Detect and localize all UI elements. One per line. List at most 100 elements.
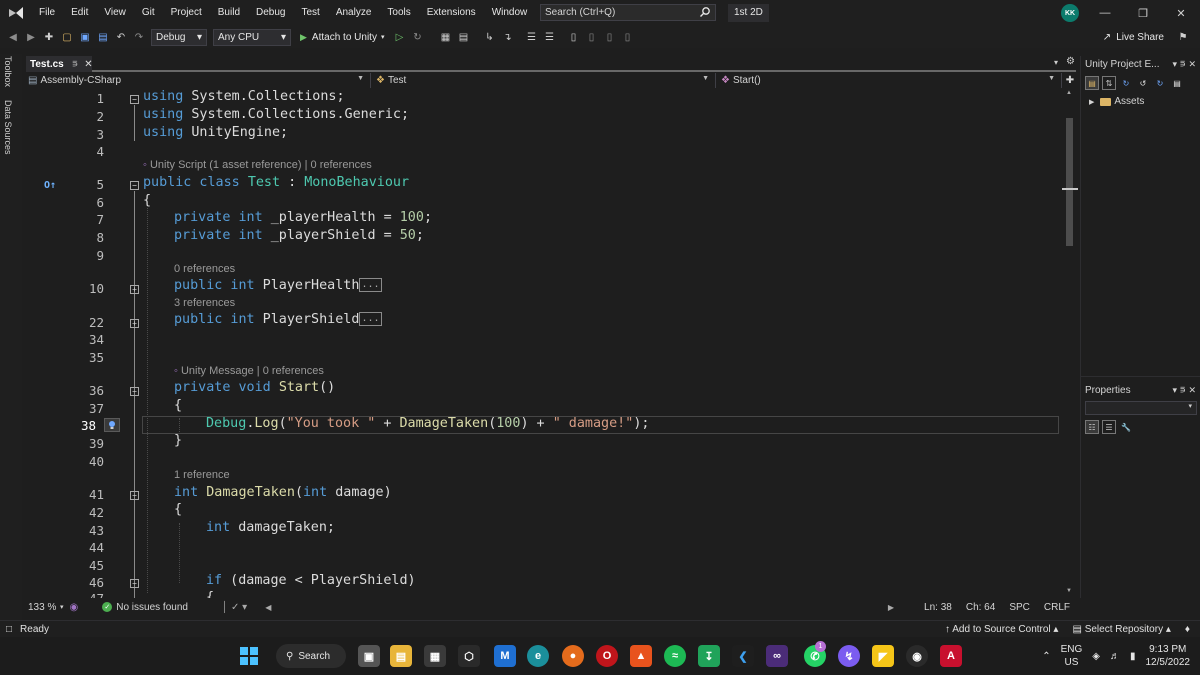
scrollbar-thumb[interactable] (1066, 118, 1073, 246)
input-language[interactable]: ENG US (1061, 643, 1083, 669)
collapse-icon[interactable]: − (130, 491, 139, 500)
taskbar-search-button[interactable]: ⚲ Search (276, 644, 346, 668)
live-share-button[interactable]: ↗ Live Share (1103, 28, 1164, 46)
user-avatar[interactable]: KK (1061, 4, 1079, 22)
visual-studio-icon[interactable]: ∞ (766, 645, 788, 667)
feedback-icon[interactable]: ⚑ (1174, 28, 1192, 46)
split-add-icon[interactable]: ✚ (1062, 73, 1078, 88)
expand-icon[interactable]: + (130, 319, 139, 328)
sticky-notes-icon[interactable]: ◤ (872, 645, 894, 667)
step-over-icon[interactable]: ↳ (480, 28, 498, 46)
close-window-icon[interactable]: ✕ (1162, 0, 1200, 26)
battery-icon[interactable]: ▮ (1130, 651, 1136, 662)
toolbox-tab[interactable]: Toolbox (3, 56, 13, 87)
windows-start-icon[interactable] (238, 645, 260, 667)
code-editor[interactable]: O↑ 1 2 3 4 5 6 7 8 9 10 22 34 35 36 37 3… (26, 88, 1062, 598)
type-dropdown[interactable]: ❖ Test ▼ (371, 73, 716, 88)
notifications-bell-icon[interactable]: ♦ (1185, 624, 1190, 635)
menu-test[interactable]: Test (293, 0, 327, 26)
firefox-icon[interactable]: ● (562, 645, 584, 667)
back-icon[interactable]: ◀ (4, 28, 22, 46)
solution-platform-select[interactable]: Any CPU ▾ (213, 28, 291, 46)
collapse-all-icon[interactable]: ▤ (1085, 76, 1099, 90)
select-repository-button[interactable]: ▤ Select Repository ▴ (1072, 624, 1170, 635)
wifi-icon[interactable]: ◈ (1092, 651, 1100, 662)
attach-to-unity-button[interactable]: ▶ Attach to Unity ▾ (300, 32, 384, 43)
panel-controls-icon[interactable]: ▾ ⋾ ✕ (1172, 59, 1196, 70)
sort-icon[interactable]: ⇅ (1102, 76, 1116, 90)
bookmark-next-icon[interactable]: ▯ (600, 28, 618, 46)
line-ending-status[interactable]: CRLF (1044, 602, 1070, 613)
hot-reload-icon[interactable]: ↻ (408, 28, 426, 46)
issues-indicator[interactable]: ✓ No issues found (102, 602, 188, 613)
settings-gear-icon[interactable]: ⚙ (1066, 56, 1075, 67)
column-status[interactable]: Ch: 64 (966, 602, 995, 613)
codelens-class[interactable]: ◦ Unity Script (1 asset reference) | 0 r… (143, 159, 372, 171)
comment-icon[interactable]: ☰ (522, 28, 540, 46)
bookmark-clear-icon[interactable]: ▯ (618, 28, 636, 46)
solution-configuration-select[interactable]: Debug ▾ (151, 28, 207, 46)
collapse-icon[interactable]: − (130, 387, 139, 396)
unity-hub-icon[interactable]: ⬡ (458, 645, 480, 667)
menu-debug[interactable]: Debug (248, 0, 293, 26)
data-sources-tab[interactable]: Data Sources (3, 100, 13, 155)
collapsed-region[interactable]: ... (359, 278, 382, 292)
codelens-start[interactable]: ◦ Unity Message | 0 references (174, 365, 324, 377)
autocad-icon[interactable]: A (940, 645, 962, 667)
solution-name[interactable]: 1st 2D (728, 4, 769, 22)
whitespace-status[interactable]: SPC (1009, 602, 1030, 613)
output-window-icon[interactable]: □ (6, 624, 12, 635)
show-hidden-icons-icon[interactable]: ⌃ (1042, 651, 1050, 662)
codelens-shield[interactable]: 3 references (174, 297, 235, 309)
step-into-icon[interactable]: ↴ (498, 28, 516, 46)
sync-icon[interactable]: ↻ (1119, 76, 1133, 90)
menu-git[interactable]: Git (134, 0, 163, 26)
close-tab-icon[interactable]: ✕ (84, 59, 92, 70)
downloads-icon[interactable]: ↧ (698, 645, 720, 667)
show-all-icon[interactable]: ↻ (1153, 76, 1167, 90)
tab-list-chevron-icon[interactable]: ▾ (1054, 58, 1058, 67)
scroll-left-icon[interactable]: ◀ (265, 603, 271, 612)
volume-icon[interactable]: ♬ (1110, 651, 1120, 662)
visual-studio-logo-icon[interactable] (5, 2, 27, 24)
remote-desktop-icon[interactable]: M (494, 645, 516, 667)
collapsed-region[interactable]: ... (359, 312, 382, 326)
zoom-level[interactable]: 133 % (26, 602, 76, 613)
collapse-icon[interactable]: − (130, 579, 139, 588)
edge-icon[interactable]: e (527, 645, 549, 667)
properties-controls-icon[interactable]: ▾ ⋾ ✕ (1172, 385, 1196, 396)
save-icon[interactable]: ▣ (76, 28, 94, 46)
vs-code-icon[interactable]: ❮ (732, 645, 754, 667)
menu-extensions[interactable]: Extensions (419, 0, 484, 26)
menu-file[interactable]: File (31, 0, 63, 26)
bookmark-icon[interactable]: ▯ (564, 28, 582, 46)
messenger-icon[interactable]: ↯ (838, 645, 860, 667)
browser-link-icon[interactable]: ▦ (436, 28, 454, 46)
line-number-status[interactable]: Ln: 38 (924, 602, 952, 613)
open-folder-icon[interactable]: ▢ (58, 28, 76, 46)
opera-icon[interactable]: O (596, 645, 618, 667)
menu-edit[interactable]: Edit (63, 0, 96, 26)
codelens-health[interactable]: 0 references (174, 263, 235, 275)
collapse-icon[interactable]: − (130, 181, 139, 190)
bookmark-prev-icon[interactable]: ▯ (582, 28, 600, 46)
properties-object-select[interactable]: ▾ (1085, 401, 1197, 415)
task-view-icon[interactable]: ▣ (358, 645, 380, 667)
properties-icon[interactable]: ▤ (1170, 76, 1184, 90)
editor-vertical-scrollbar[interactable]: ▲ ▼ (1062, 88, 1078, 598)
clock[interactable]: 9:13 PM 12/5/2022 (1146, 643, 1191, 669)
chevron-down-icon[interactable]: ▾ (60, 603, 64, 611)
menu-analyze[interactable]: Analyze (328, 0, 380, 26)
member-dropdown[interactable]: ❖ Start() ▼ (716, 73, 1062, 88)
layout-icon[interactable]: ▤ (454, 28, 472, 46)
assets-folder[interactable]: ▶ Assets (1089, 96, 1144, 107)
save-all-icon[interactable]: ▤ (94, 28, 112, 46)
menu-view[interactable]: View (96, 0, 134, 26)
search-input[interactable]: Search (Ctrl+Q) (540, 4, 716, 21)
alphabetical-icon[interactable]: ☰ (1102, 420, 1116, 434)
codelens-damage[interactable]: 1 reference (174, 469, 230, 481)
redo-icon[interactable]: ↷ (130, 28, 148, 46)
expand-arrow-icon[interactable]: ▶ (1089, 98, 1094, 106)
new-project-icon[interactable]: ✚ (40, 28, 58, 46)
brave-icon[interactable]: ▲ (630, 645, 652, 667)
